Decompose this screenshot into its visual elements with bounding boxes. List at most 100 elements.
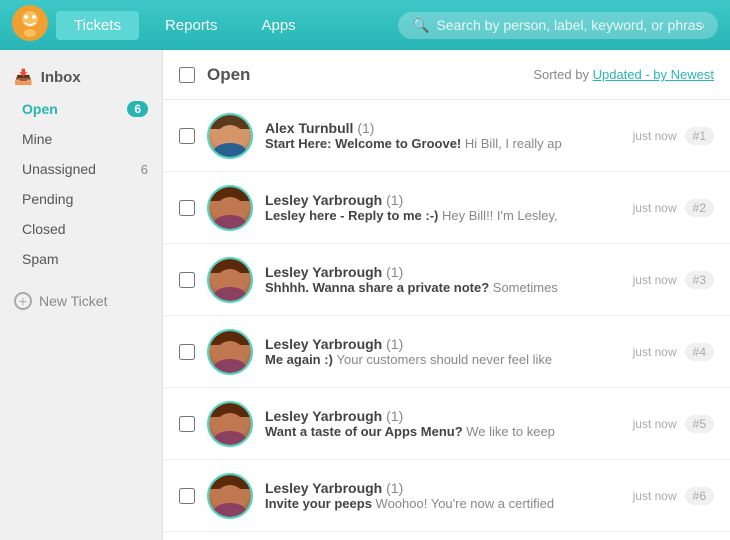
ticket-count: (1) <box>357 120 374 136</box>
main-content: Open Sorted by Updated - by Newest Alex … <box>163 50 730 540</box>
new-ticket-button[interactable]: + New Ticket <box>0 282 162 320</box>
ticket-content: Lesley Yarbrough (1) Want a taste of our… <box>265 408 621 439</box>
ticket-content: Lesley Yarbrough (1) Shhhh. Wanna share … <box>265 264 621 295</box>
search-bar[interactable]: 🔍 <box>398 12 718 39</box>
ticket-row[interactable]: Lesley Yarbrough (1) Shhhh. Wanna share … <box>163 244 730 316</box>
ticket-content: Alex Turnbull (1) Start Here: Welcome to… <box>265 120 621 151</box>
ticket-preview: Your customers should never feel like <box>337 352 553 367</box>
ticket-content: Lesley Yarbrough (1) Me again :) Your cu… <box>265 336 621 367</box>
logo <box>12 5 48 46</box>
ticket-subject: Me again :) Your customers should never … <box>265 352 621 367</box>
ticket-sender: Lesley Yarbrough (1) <box>265 408 621 424</box>
avatar <box>207 113 253 159</box>
ticket-count: (1) <box>386 408 403 424</box>
ticket-number: #4 <box>685 343 714 361</box>
avatar <box>207 401 253 447</box>
ticket-sender: Lesley Yarbrough (1) <box>265 264 621 280</box>
ticket-time: just now <box>633 201 677 215</box>
ticket-count: (1) <box>386 192 403 208</box>
sidebar-inbox-section: 📥 Inbox <box>0 60 162 94</box>
ticket-content: Lesley Yarbrough (1) Lesley here - Reply… <box>265 192 621 223</box>
ticket-row[interactable]: Lesley Yarbrough (1) Lesley here - Reply… <box>163 172 730 244</box>
ticket-number: #1 <box>685 127 714 145</box>
ticket-list: Alex Turnbull (1) Start Here: Welcome to… <box>163 100 730 532</box>
sidebar-item-pending[interactable]: Pending <box>0 184 162 214</box>
section-title: Open <box>207 65 250 85</box>
apps-nav-button[interactable]: Apps <box>243 11 313 40</box>
ticket-sender: Lesley Yarbrough (1) <box>265 480 621 496</box>
sidebar-item-spam-label: Spam <box>22 251 59 267</box>
sort-link[interactable]: Updated - by Newest <box>593 67 714 82</box>
ticket-meta: just now #4 <box>633 343 714 361</box>
ticket-meta: just now #6 <box>633 487 714 505</box>
inbox-label: Inbox <box>41 69 81 86</box>
ticket-checkbox[interactable] <box>179 344 195 360</box>
sidebar: 📥 Inbox Open 6 Mine Unassigned 6 Pending… <box>0 50 163 540</box>
new-ticket-label: New Ticket <box>39 293 107 309</box>
avatar <box>207 473 253 519</box>
ticket-checkbox[interactable] <box>179 416 195 432</box>
ticket-row[interactable]: Lesley Yarbrough (1) Want a taste of our… <box>163 388 730 460</box>
sidebar-item-closed[interactable]: Closed <box>0 214 162 244</box>
ticket-checkbox[interactable] <box>179 272 195 288</box>
ticket-sender: Lesley Yarbrough (1) <box>265 192 621 208</box>
ticket-preview: Hey Bill!! I'm Lesley, <box>442 208 558 223</box>
sidebar-item-spam[interactable]: Spam <box>0 244 162 274</box>
search-input[interactable] <box>436 17 704 33</box>
ticket-subject: Lesley here - Reply to me :-) Hey Bill!!… <box>265 208 621 223</box>
avatar <box>207 257 253 303</box>
ticket-count: (1) <box>386 336 403 352</box>
ticket-content: Lesley Yarbrough (1) Invite your peeps W… <box>265 480 621 511</box>
ticket-preview: Hi Bill, I really ap <box>465 136 562 151</box>
inbox-icon: 📥 <box>14 68 33 86</box>
sidebar-item-open[interactable]: Open 6 <box>0 94 162 124</box>
ticket-checkbox[interactable] <box>179 200 195 216</box>
ticket-meta: just now #3 <box>633 271 714 289</box>
ticket-count: (1) <box>386 264 403 280</box>
ticket-subject: Start Here: Welcome to Groove! Hi Bill, … <box>265 136 621 151</box>
select-all-checkbox[interactable] <box>179 67 195 83</box>
open-badge: 6 <box>127 101 148 117</box>
ticket-row[interactable]: Lesley Yarbrough (1) Invite your peeps W… <box>163 460 730 532</box>
sidebar-item-closed-label: Closed <box>22 221 66 237</box>
ticket-checkbox[interactable] <box>179 128 195 144</box>
ticket-count: (1) <box>386 480 403 496</box>
avatar <box>207 185 253 231</box>
sidebar-item-pending-label: Pending <box>22 191 73 207</box>
ticket-meta: just now #1 <box>633 127 714 145</box>
ticket-time: just now <box>633 345 677 359</box>
unassigned-count: 6 <box>141 162 148 177</box>
ticket-sender: Alex Turnbull (1) <box>265 120 621 136</box>
ticket-number: #6 <box>685 487 714 505</box>
ticket-subject: Invite your peeps Woohoo! You're now a c… <box>265 496 621 511</box>
ticket-meta: just now #2 <box>633 199 714 217</box>
ticket-time: just now <box>633 489 677 503</box>
sidebar-item-mine-label: Mine <box>22 131 52 147</box>
ticket-preview: We like to keep <box>466 424 555 439</box>
ticket-number: #3 <box>685 271 714 289</box>
sidebar-item-unassigned[interactable]: Unassigned 6 <box>0 154 162 184</box>
avatar <box>207 329 253 375</box>
ticket-row[interactable]: Lesley Yarbrough (1) Me again :) Your cu… <box>163 316 730 388</box>
ticket-number: #2 <box>685 199 714 217</box>
ticket-number: #5 <box>685 415 714 433</box>
ticket-meta: just now #5 <box>633 415 714 433</box>
main-layout: 📥 Inbox Open 6 Mine Unassigned 6 Pending… <box>0 50 730 540</box>
sort-label: Sorted by Updated - by Newest <box>533 67 714 82</box>
plus-circle-icon: + <box>14 292 32 310</box>
ticket-time: just now <box>633 129 677 143</box>
ticket-row[interactable]: Alex Turnbull (1) Start Here: Welcome to… <box>163 100 730 172</box>
tickets-nav-button[interactable]: Tickets <box>56 11 139 40</box>
header: Tickets Reports Apps 🔍 <box>0 0 730 50</box>
search-icon: 🔍 <box>412 17 429 34</box>
ticket-preview: Woohoo! You're now a certified <box>376 496 555 511</box>
ticket-sender: Lesley Yarbrough (1) <box>265 336 621 352</box>
sidebar-item-mine[interactable]: Mine <box>0 124 162 154</box>
ticket-subject: Want a taste of our Apps Menu? We like t… <box>265 424 621 439</box>
sidebar-item-open-label: Open <box>22 101 58 117</box>
ticket-checkbox[interactable] <box>179 488 195 504</box>
ticket-time: just now <box>633 273 677 287</box>
reports-nav-button[interactable]: Reports <box>147 11 236 40</box>
main-header: Open Sorted by Updated - by Newest <box>163 50 730 100</box>
ticket-time: just now <box>633 417 677 431</box>
